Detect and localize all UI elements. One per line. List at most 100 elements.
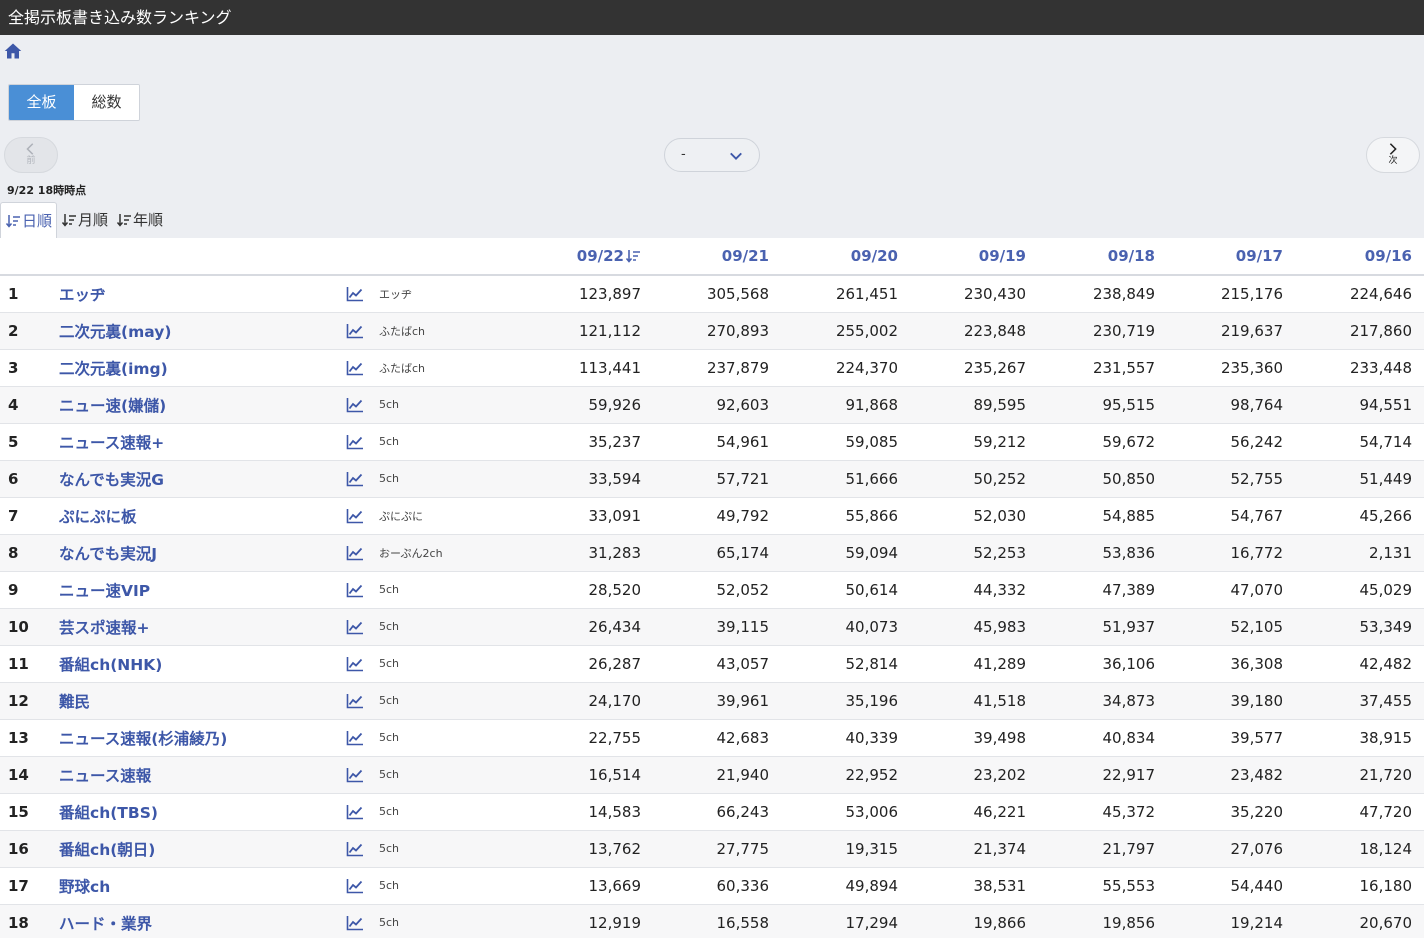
trend-chart-button[interactable] xyxy=(346,460,379,498)
count-cell: 16,558 xyxy=(653,904,781,938)
header-name xyxy=(59,238,346,276)
date-select[interactable]: - xyxy=(664,138,760,172)
trend-chart-button[interactable] xyxy=(346,349,379,387)
trend-chart-button[interactable] xyxy=(346,423,379,461)
rank-cell: 12 xyxy=(0,682,59,720)
column-header-date[interactable]: 09/18 xyxy=(1038,238,1167,276)
count-cell: 13,669 xyxy=(511,867,653,905)
count-cell: 41,518 xyxy=(910,682,1038,720)
count-cell: 39,577 xyxy=(1167,719,1295,757)
tab-yearly[interactable]: 年順 xyxy=(112,202,167,238)
rank-cell: 5 xyxy=(0,423,59,461)
trend-chart-icon xyxy=(346,360,363,375)
board-name-link[interactable]: なんでも実況J xyxy=(59,534,346,572)
trend-chart-button[interactable] xyxy=(346,756,379,794)
board-name-link[interactable]: ニュース速報 xyxy=(59,756,346,794)
board-name-link[interactable]: 番組ch(朝日) xyxy=(59,830,346,868)
tab-monthly[interactable]: 月順 xyxy=(57,202,112,238)
segment-all-boards[interactable]: 全板 xyxy=(9,85,74,120)
board-name-link[interactable]: 番組ch(NHK) xyxy=(59,645,346,683)
trend-chart-button[interactable] xyxy=(346,867,379,905)
table-row: 5 ニュース速報+ 5ch 35,237 54,961 59,085 59,212 59,67… xyxy=(0,423,1424,461)
trend-chart-button[interactable] xyxy=(346,719,379,757)
count-cell: 224,370 xyxy=(781,349,910,387)
board-name-link[interactable]: ニュー速(嫌儲) xyxy=(59,386,346,424)
prev-button[interactable]: 前 xyxy=(4,137,58,173)
column-header-date[interactable]: 09/21 xyxy=(653,238,781,276)
trend-chart-icon xyxy=(346,508,363,523)
count-cell: 28,520 xyxy=(511,571,653,609)
column-header-date[interactable]: 09/20 xyxy=(781,238,910,276)
segment-total[interactable]: 総数 xyxy=(74,85,139,120)
count-cell: 35,196 xyxy=(781,682,910,720)
trend-chart-button[interactable] xyxy=(346,571,379,609)
column-header-date[interactable]: 09/22 xyxy=(511,238,653,276)
board-name-link[interactable]: 芸スポ速報+ xyxy=(59,608,346,646)
sort-descending-icon xyxy=(625,250,640,263)
count-cell: 53,006 xyxy=(781,793,910,831)
count-cell: 41,289 xyxy=(910,645,1038,683)
count-cell: 95,515 xyxy=(1038,386,1167,424)
column-header-date[interactable]: 09/16 xyxy=(1295,238,1424,276)
board-name-link[interactable]: 難民 xyxy=(59,682,346,720)
board-name-link[interactable]: ニュース速報+ xyxy=(59,423,346,461)
trend-chart-button[interactable] xyxy=(346,312,379,350)
trend-chart-button[interactable] xyxy=(346,608,379,646)
column-header-date[interactable]: 09/19 xyxy=(910,238,1038,276)
rank-cell: 17 xyxy=(0,867,59,905)
trend-chart-icon xyxy=(346,434,363,449)
board-name-link[interactable]: ニュー速VIP xyxy=(59,571,346,609)
board-name-link[interactable]: ハード・業界 xyxy=(59,904,346,938)
count-cell: 52,814 xyxy=(781,645,910,683)
count-cell: 59,926 xyxy=(511,386,653,424)
column-header-label: 09/18 xyxy=(1107,247,1155,265)
as-of-timestamp: 9/22 18時時点 xyxy=(7,184,87,197)
count-cell: 113,441 xyxy=(511,349,653,387)
category-label: 5ch xyxy=(379,719,511,757)
table-row: 8 なんでも実況J おーぷん2ch 31,283 65,174 59,094 52,253 5… xyxy=(0,534,1424,572)
column-header-label: 09/19 xyxy=(978,247,1026,265)
column-header-date[interactable]: 09/17 xyxy=(1167,238,1295,276)
table-row: 15 番組ch(TBS) 5ch 14,583 66,243 53,006 46,221 45… xyxy=(0,793,1424,831)
board-name-link[interactable]: 二次元裏(img) xyxy=(59,349,346,387)
board-name-link[interactable]: ぷにぷに板 xyxy=(59,497,346,535)
category-label: 5ch xyxy=(379,682,511,720)
tab-daily[interactable]: 日順 xyxy=(0,202,58,238)
next-button[interactable]: 次 xyxy=(1366,137,1420,173)
category-label: 5ch xyxy=(379,608,511,646)
trend-chart-button[interactable] xyxy=(346,534,379,572)
rank-cell: 16 xyxy=(0,830,59,868)
trend-chart-button[interactable] xyxy=(346,497,379,535)
trend-chart-button[interactable] xyxy=(346,275,379,313)
board-name-link[interactable]: 二次元裏(may) xyxy=(59,312,346,350)
count-cell: 33,091 xyxy=(511,497,653,535)
count-cell: 26,434 xyxy=(511,608,653,646)
rank-cell: 4 xyxy=(0,386,59,424)
count-cell: 65,174 xyxy=(653,534,781,572)
next-label: 次 xyxy=(1388,156,1398,166)
trend-chart-button[interactable] xyxy=(346,645,379,683)
count-cell: 12,919 xyxy=(511,904,653,938)
board-name-link[interactable]: ニュース速報(杉浦綾乃) xyxy=(59,719,346,757)
count-cell: 53,836 xyxy=(1038,534,1167,572)
trend-chart-button[interactable] xyxy=(346,682,379,720)
trend-chart-button[interactable] xyxy=(346,386,379,424)
trend-chart-button[interactable] xyxy=(346,830,379,868)
board-name-link[interactable]: 番組ch(TBS) xyxy=(59,793,346,831)
count-cell: 19,214 xyxy=(1167,904,1295,938)
board-name-link[interactable]: なんでも実況G xyxy=(59,460,346,498)
column-header-label: 09/16 xyxy=(1364,247,1412,265)
trend-chart-button[interactable] xyxy=(346,904,379,938)
category-label: ぷにぷに xyxy=(379,497,511,535)
table-row: 11 番組ch(NHK) 5ch 26,287 43,057 52,814 41,289 36… xyxy=(0,645,1424,683)
count-cell: 19,866 xyxy=(910,904,1038,938)
count-cell: 66,243 xyxy=(653,793,781,831)
board-name-link[interactable]: エッヂ xyxy=(59,275,346,313)
trend-chart-button[interactable] xyxy=(346,793,379,831)
count-cell: 92,603 xyxy=(653,386,781,424)
board-name-link[interactable]: 野球ch xyxy=(59,867,346,905)
ranking-table-container: 09/22 09/21 09/20 09/19 09/18 09/17 09/16 1 エッヂ… xyxy=(0,238,1424,938)
count-cell: 36,106 xyxy=(1038,645,1167,683)
home-icon[interactable] xyxy=(4,42,22,60)
table-row: 18 ハード・業界 5ch 12,919 16,558 17,294 19,866 19,85… xyxy=(0,904,1424,938)
